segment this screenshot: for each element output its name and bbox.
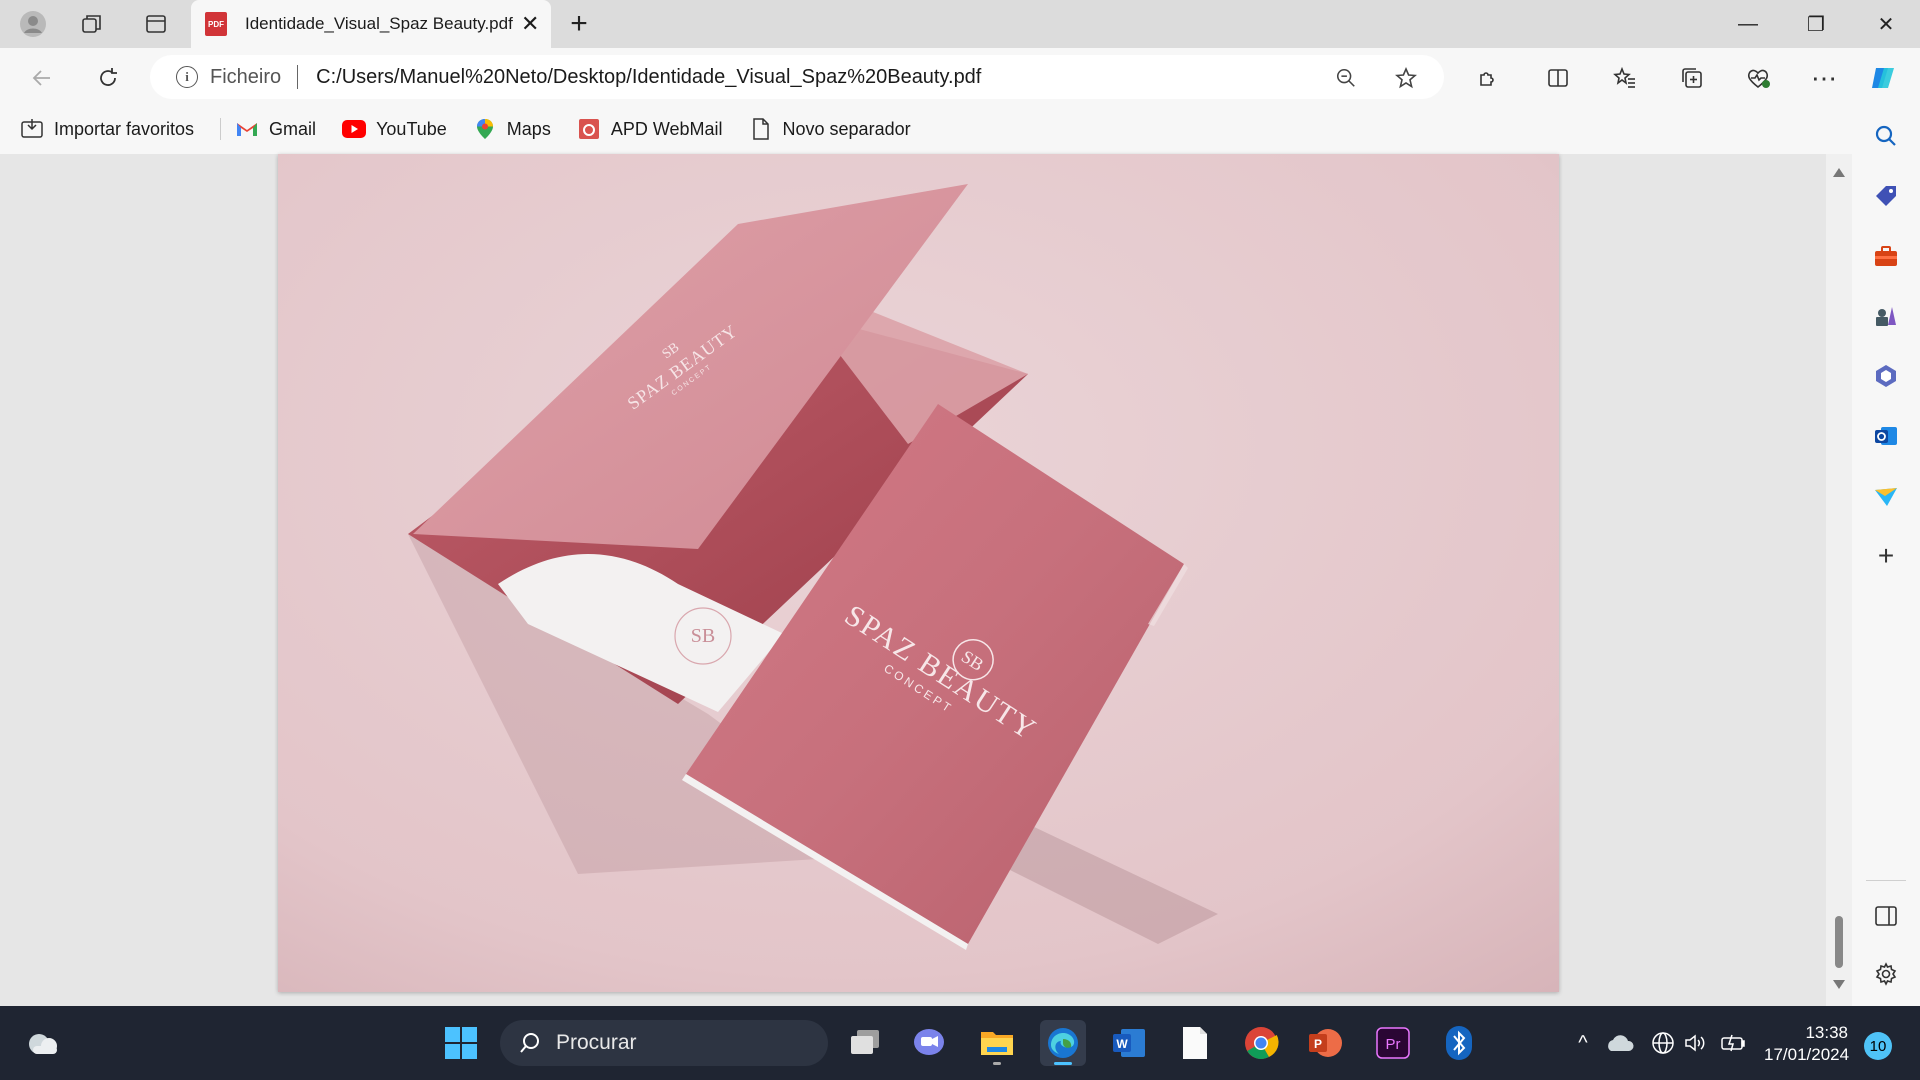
file-explorer-icon[interactable] (974, 1020, 1020, 1066)
bookmark-maps[interactable]: Maps (473, 118, 551, 140)
maximize-button[interactable]: ❐ (1782, 0, 1850, 48)
bookmark-label: YouTube (376, 118, 447, 139)
gmail-icon (235, 118, 259, 140)
start-button[interactable] (438, 1020, 484, 1066)
task-view-icon[interactable] (842, 1020, 888, 1066)
bookmark-apd-webmail[interactable]: APD WebMail (577, 118, 723, 140)
svg-text:P: P (1314, 1037, 1322, 1051)
taskbar-search[interactable]: Procurar (500, 1020, 828, 1066)
scrollbar-thumb[interactable] (1835, 916, 1843, 968)
settings-gear-icon[interactable] (1870, 958, 1902, 990)
webmail-icon (577, 118, 601, 140)
extensions-icon[interactable] (1470, 60, 1506, 96)
add-sidebar-app-icon[interactable]: + (1870, 540, 1902, 572)
zoom-out-icon[interactable] (1328, 60, 1364, 96)
profile-icon[interactable] (17, 8, 49, 40)
collections-icon[interactable] (1674, 60, 1710, 96)
pdf-page: SB SB SPAZ BEAUTY CONCEPT SB SPAZ BEAUTY… (278, 154, 1559, 992)
bookmark-gmail[interactable]: Gmail (235, 118, 316, 140)
svg-text:Pr: Pr (1386, 1036, 1401, 1053)
search-icon[interactable] (1870, 120, 1902, 152)
word-icon[interactable]: W (1106, 1020, 1152, 1066)
scroll-down-arrow-icon[interactable] (1833, 980, 1845, 989)
clock-time: 13:38 (1805, 1023, 1848, 1042)
split-screen-icon[interactable] (1540, 60, 1576, 96)
bookmarks-bar: Importar favoritos Gmail YouTube Maps AP… (0, 104, 1890, 154)
notification-badge[interactable]: 10 (1864, 1032, 1892, 1060)
browser-essentials-icon[interactable] (1740, 60, 1776, 96)
active-tab[interactable]: PDF Identidade_Visual_Spaz Beauty.pdf ✕ (191, 0, 551, 48)
pdf-icon: PDF (205, 12, 227, 36)
minimize-button[interactable]: — (1714, 0, 1782, 48)
url-text[interactable]: C:/Users/Manuel%20Neto/Desktop/Identidad… (316, 66, 981, 89)
sidebar-divider (1866, 880, 1906, 881)
address-scheme-label: Ficheiro (210, 65, 282, 88)
bookmark-label: Gmail (269, 118, 317, 139)
search-placeholder: Procurar (556, 1031, 637, 1054)
notepad-file-icon[interactable] (1172, 1020, 1218, 1066)
onedrive-icon[interactable] (1596, 1020, 1642, 1066)
clock-date: 17/01/2024 (1764, 1045, 1850, 1064)
insert-monogram: SB (691, 625, 715, 647)
pdf-viewer[interactable]: SB SB SPAZ BEAUTY CONCEPT SB SPAZ BEAUTY… (0, 154, 1852, 1006)
back-arrow-icon[interactable] (24, 60, 60, 96)
page-icon (749, 118, 773, 140)
bookmark-label: Importar favoritos (54, 118, 195, 139)
close-window-button[interactable]: ✕ (1852, 0, 1920, 48)
search-icon (520, 1033, 539, 1053)
import-icon (20, 118, 44, 140)
shopping-tag-icon[interactable] (1870, 180, 1902, 212)
svg-text:W: W (1116, 1037, 1128, 1051)
tab-close-button[interactable]: ✕ (521, 11, 539, 37)
info-icon[interactable]: i (176, 66, 198, 88)
hide-sidebar-icon[interactable] (1870, 900, 1902, 932)
teams-chat-icon[interactable] (906, 1020, 952, 1066)
outlook-icon[interactable] (1870, 420, 1902, 452)
new-tab-button[interactable]: + (561, 6, 597, 42)
bookmark-import-favorites[interactable]: Importar favoritos (20, 118, 194, 140)
more-options-icon[interactable]: ⋯ (1806, 60, 1842, 96)
premiere-pro-icon[interactable]: Pr (1370, 1020, 1416, 1066)
title-bar: PDF Identidade_Visual_Spaz Beauty.pdf ✕ … (0, 0, 1920, 48)
favorites-icon[interactable] (1607, 60, 1643, 96)
tab-title: Identidade_Visual_Spaz Beauty.pdf (245, 14, 513, 33)
edge-browser-icon[interactable] (1040, 1020, 1086, 1066)
bookmark-youtube[interactable]: YouTube (342, 118, 447, 140)
bookmark-new-tab[interactable]: Novo separador (749, 118, 911, 140)
microsoft-365-icon[interactable] (1870, 360, 1902, 392)
drop-send-icon[interactable] (1870, 480, 1902, 512)
battery-icon[interactable] (1710, 1020, 1756, 1066)
refresh-icon[interactable] (90, 60, 126, 96)
bluetooth-icon[interactable] (1436, 1020, 1482, 1066)
weather-icon[interactable] (20, 1020, 66, 1066)
bookmark-label: Maps (506, 118, 551, 139)
address-divider (297, 65, 299, 89)
address-bar[interactable]: i Ficheiro C:/Users/Manuel%20Neto/Deskto… (150, 55, 1444, 99)
vertical-tabs-icon[interactable] (140, 8, 172, 40)
bookmark-label: APD WebMail (610, 118, 723, 139)
youtube-icon (342, 118, 367, 140)
maps-icon (473, 118, 497, 140)
bookmarks-divider (220, 118, 222, 140)
powerpoint-icon[interactable]: P (1302, 1020, 1348, 1066)
windows-taskbar: Procurar W P Pr ^ 13:38 17/01/2024 10 (0, 1006, 1920, 1080)
scroll-up-arrow-icon[interactable] (1833, 168, 1845, 177)
edge-sidebar: + (1852, 104, 1920, 1006)
vertical-scrollbar[interactable] (1826, 154, 1852, 1006)
copilot-icon[interactable] (1866, 60, 1902, 96)
chrome-icon[interactable] (1238, 1020, 1284, 1066)
folder-mockup-image: SB SB SPAZ BEAUTY CONCEPT SB SPAZ BEAUTY… (278, 154, 1559, 992)
games-icon[interactable] (1870, 300, 1902, 332)
workspaces-icon[interactable] (76, 8, 108, 40)
favorite-star-icon[interactable] (1388, 60, 1424, 96)
system-clock[interactable]: 13:38 17/01/2024 (1764, 1022, 1850, 1066)
tools-icon[interactable] (1870, 240, 1902, 272)
bookmark-label: Novo separador (782, 118, 911, 139)
